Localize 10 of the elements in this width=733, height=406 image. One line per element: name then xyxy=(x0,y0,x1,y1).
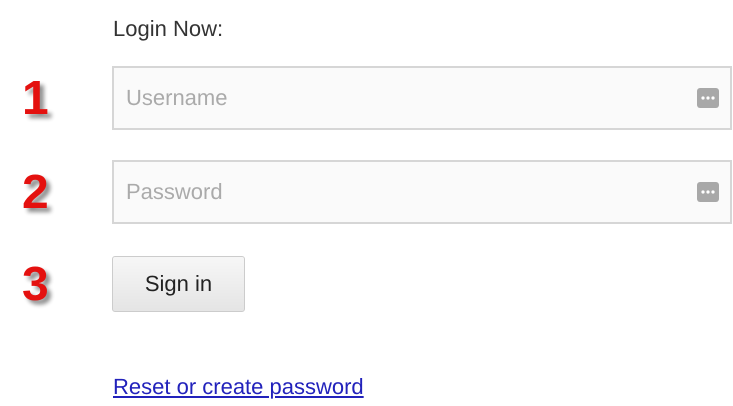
step-number: 3 xyxy=(21,256,50,312)
dots-icon[interactable] xyxy=(697,182,719,202)
reset-password-link[interactable]: Reset or create password xyxy=(113,374,364,400)
step-number: 2 xyxy=(21,164,50,220)
login-heading: Login Now: xyxy=(113,16,224,43)
input-field[interactable]: Username xyxy=(112,66,732,130)
sign-in-button[interactable]: Sign in xyxy=(112,256,245,312)
step-number: 1 xyxy=(21,70,50,126)
dots-icon[interactable] xyxy=(697,88,719,108)
input-field[interactable]: Password xyxy=(112,160,732,224)
